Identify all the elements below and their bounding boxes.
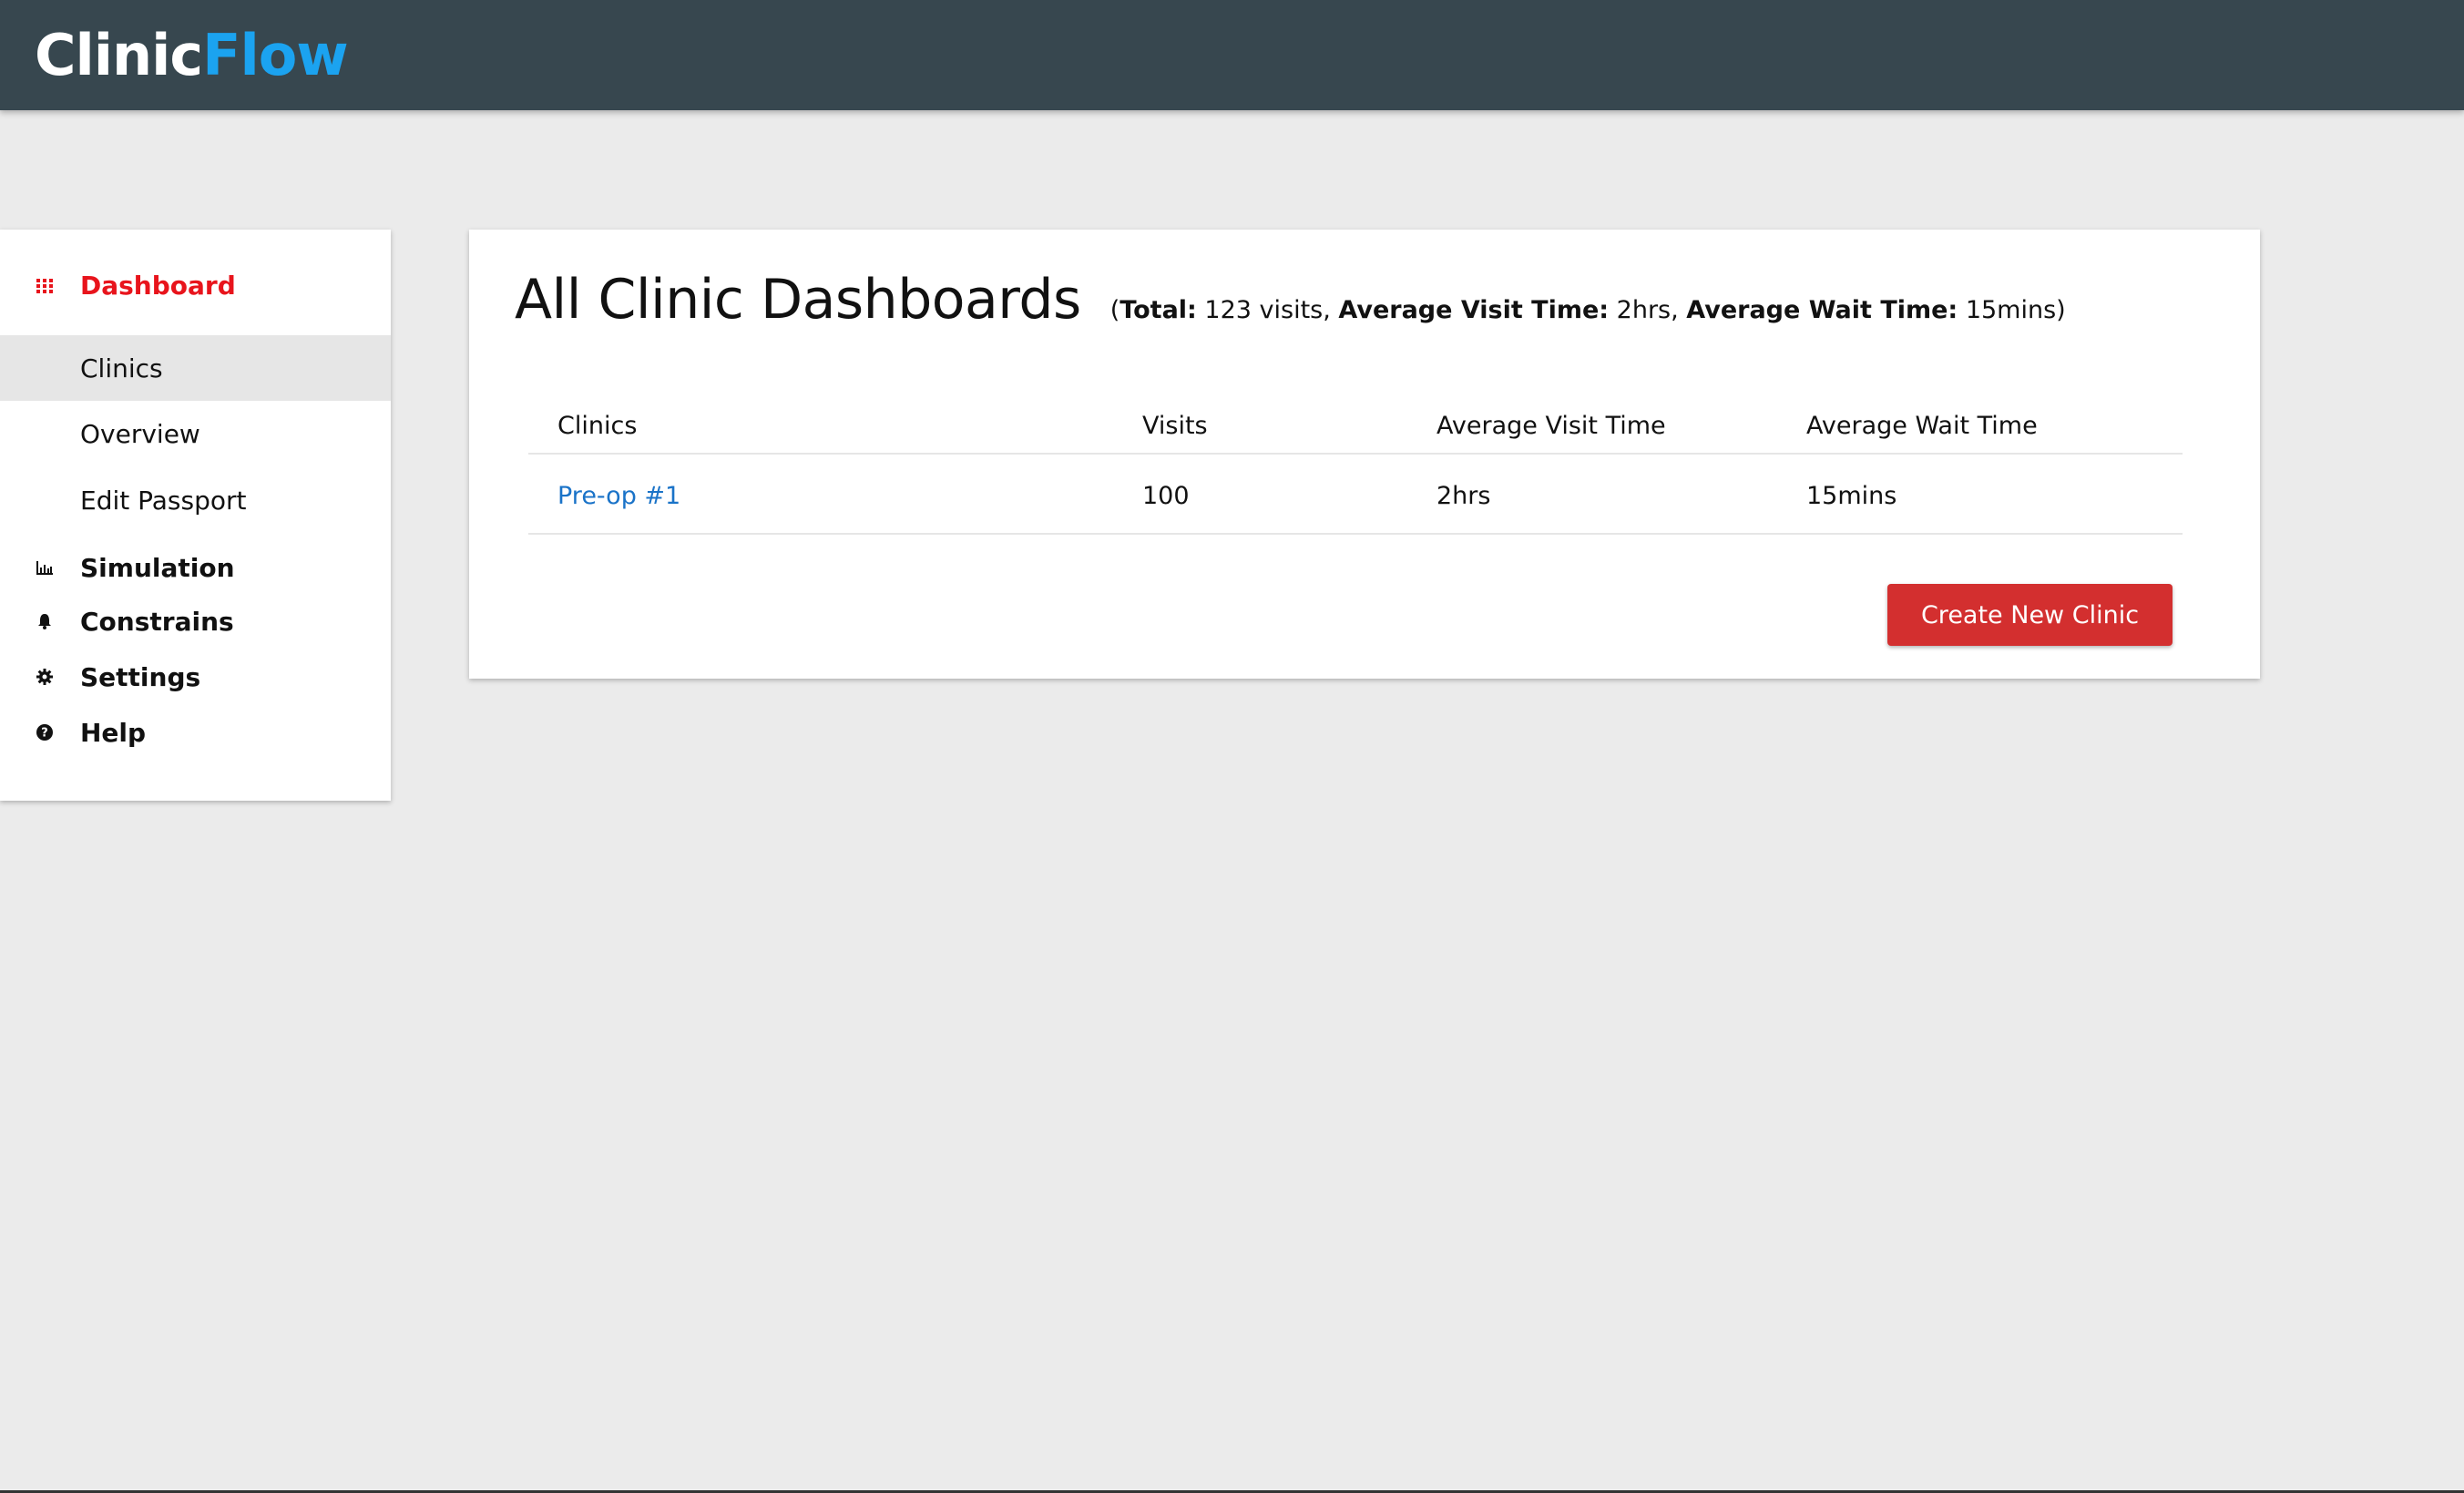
sidebar-item-label: Settings [80, 661, 201, 692]
summary-total-label: Total: [1120, 296, 1197, 324]
summary-avg-visit-label: Average Visit Time: [1338, 296, 1610, 324]
main-card: All Clinic Dashboards (Total: 123 visits… [469, 230, 2260, 679]
clinic-link[interactable]: Pre-op #1 [557, 482, 680, 510]
sidebar: Dashboard Clinics Overview Edit Passport… [0, 230, 391, 801]
sidebar-item-settings[interactable]: Settings [0, 654, 391, 700]
summary-avg-wait-value: 15mins [1958, 296, 2057, 324]
table-header-row: Clinics Visits Average Visit Time Averag… [528, 398, 2183, 455]
top-app-bar: ClinicFlow [0, 0, 2464, 110]
help-circle-icon: ? [35, 722, 55, 742]
sidebar-item-label: Constrains [80, 606, 234, 637]
table-row: Pre-op #1 100 2hrs 15mins [528, 455, 2183, 535]
summary-close-paren: ) [2056, 296, 2066, 324]
summary-avg-visit-value: 2hrs, [1609, 296, 1687, 324]
title-row: All Clinic Dashboards (Total: 123 visits… [515, 268, 2066, 332]
sidebar-item-help[interactable]: ? Help [0, 710, 391, 755]
column-header-visits: Visits [1142, 412, 1208, 440]
column-header-average-visit-time: Average Visit Time [1436, 412, 1666, 440]
brand-text-clinic: Clinic [35, 22, 203, 88]
visits-cell: 100 [1142, 482, 1190, 510]
sidebar-subitem-label: Edit Passport [80, 485, 247, 516]
clinics-table: Clinics Visits Average Visit Time Averag… [528, 398, 2183, 535]
bar-chart-icon [35, 557, 55, 578]
sidebar-subitem-edit-passport[interactable]: Edit Passport [0, 467, 391, 533]
sidebar-item-simulation[interactable]: Simulation [0, 545, 391, 590]
sidebar-item-label: Dashboard [80, 270, 236, 301]
sidebar-item-dashboard[interactable]: Dashboard [0, 262, 391, 308]
summary-stats: (Total: 123 visits, Average Visit Time: … [1110, 296, 2066, 324]
gear-icon [35, 667, 55, 687]
column-header-clinics: Clinics [557, 412, 638, 440]
summary-avg-wait-label: Average Wait Time: [1686, 296, 1958, 324]
grid-icon [35, 275, 55, 295]
sidebar-item-label: Simulation [80, 552, 235, 583]
sidebar-subitem-label: Overview [80, 418, 200, 449]
sidebar-subitem-label: Clinics [80, 353, 163, 383]
sidebar-item-label: Help [80, 717, 147, 748]
page-title: All Clinic Dashboards [515, 268, 1081, 332]
summary-open-paren: ( [1109, 296, 1120, 324]
brand-text-flow: Flow [202, 22, 348, 88]
sidebar-item-constrains[interactable]: Constrains [0, 598, 391, 644]
svg-text:?: ? [41, 727, 48, 741]
brand-logo[interactable]: ClinicFlow [35, 22, 349, 88]
bell-icon [35, 611, 55, 631]
sidebar-subitem-overview[interactable]: Overview [0, 401, 391, 466]
average-visit-time-cell: 2hrs [1436, 482, 1491, 510]
sidebar-subitem-clinics[interactable]: Clinics [0, 335, 391, 401]
create-new-clinic-button[interactable]: Create New Clinic [1887, 584, 2173, 646]
column-header-average-wait-time: Average Wait Time [1806, 412, 2038, 440]
average-wait-time-cell: 15mins [1806, 482, 1897, 510]
summary-total-value: 123 visits, [1196, 296, 1339, 324]
